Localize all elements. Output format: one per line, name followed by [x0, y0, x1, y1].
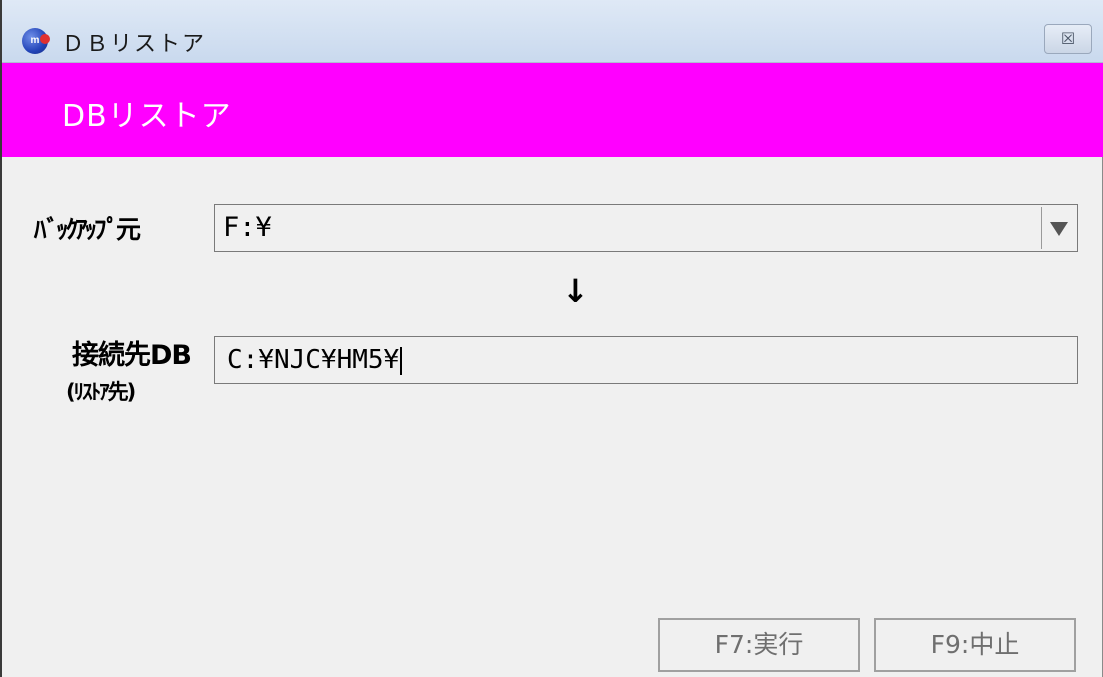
close-button[interactable]: ☒ [1044, 24, 1092, 54]
dropdown-button[interactable] [1041, 207, 1075, 249]
title-bar[interactable]: m ＤＢリストア ☒ [2, 0, 1103, 63]
page-title: DBリストア [62, 99, 232, 134]
app-icon: m [22, 28, 50, 54]
dest-db-text: C:¥NJC¥HM5¥ [227, 345, 400, 375]
backup-source-label: ﾊﾞｯｸｱｯﾌﾟ元 [34, 215, 141, 244]
app-icon-badge [40, 34, 50, 44]
text-caret [400, 346, 403, 375]
header-banner: DBリストア [2, 63, 1103, 157]
dest-db-sublabel: (ﾘｽﾄｱ先) [66, 380, 136, 404]
close-icon: ☒ [1060, 29, 1076, 48]
window-title: ＤＢリストア [62, 32, 207, 57]
cancel-button[interactable]: F9:中止 [874, 618, 1076, 672]
dest-db-input[interactable]: C:¥NJC¥HM5¥ [214, 336, 1078, 384]
app-icon-glyph: m [30, 35, 40, 46]
backup-source-value: F:¥ [223, 212, 272, 243]
chevron-down-icon [1050, 222, 1068, 236]
down-arrow-icon: ↓ [562, 272, 589, 310]
restore-dialog: m ＤＢリストア ☒ DBリストア ﾊﾞｯｸｱｯﾌﾟ元 F:¥ ↓ 接続先DB … [0, 0, 1103, 677]
dest-db-label: 接続先DB [72, 340, 192, 371]
backup-source-select[interactable]: F:¥ [214, 204, 1078, 252]
dest-db-value: C:¥NJC¥HM5¥ [227, 345, 403, 375]
execute-button[interactable]: F7:実行 [658, 618, 860, 672]
